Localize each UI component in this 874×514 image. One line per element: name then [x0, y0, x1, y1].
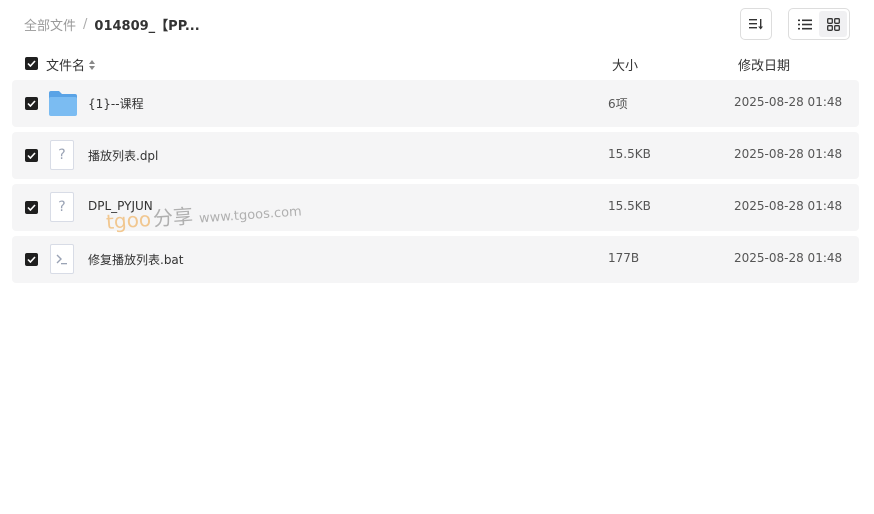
- list-view-button[interactable]: [791, 11, 819, 37]
- file-date: 2025-08-28 01:48: [734, 251, 843, 265]
- table-row[interactable]: ? 播放列表.dpl 15.5KB 2025-08-28 01:48: [12, 132, 859, 179]
- header-name-label: 文件名: [46, 59, 86, 74]
- row-checkbox[interactable]: [25, 201, 38, 214]
- file-date: 2025-08-28 01:48: [734, 199, 843, 213]
- checkmark-icon: [27, 100, 36, 107]
- unknown-file-icon: ?: [48, 140, 76, 170]
- checkmark-icon: [27, 204, 36, 211]
- checkmark-icon: [27, 152, 36, 159]
- table-header: 文件名 大小 修改日期: [12, 52, 859, 76]
- row-checkbox[interactable]: [25, 149, 38, 162]
- view-toggle: [788, 8, 850, 40]
- header-date-column[interactable]: 修改日期: [738, 55, 790, 74]
- file-size: 6项: [608, 97, 628, 111]
- breadcrumb-current: 014809_【PP...: [94, 18, 200, 34]
- row-checkbox[interactable]: [25, 253, 38, 266]
- table-row[interactable]: 修复播放列表.bat 177B 2025-08-28 01:48: [12, 236, 859, 283]
- file-size: 15.5KB: [608, 147, 651, 161]
- checkmark-icon: [27, 256, 36, 263]
- unknown-file-icon: ?: [48, 192, 76, 222]
- table-row[interactable]: {1}--课程 6项 2025-08-28 01:48: [12, 80, 859, 127]
- breadcrumb-root-link[interactable]: 全部文件: [24, 15, 76, 34]
- checkmark-icon: [27, 60, 36, 67]
- grid-view-button[interactable]: [819, 11, 847, 37]
- list-view-icon: [798, 19, 812, 29]
- header-name-column[interactable]: 文件名: [46, 55, 96, 74]
- file-size: 15.5KB: [608, 199, 651, 213]
- sort-list-icon: [749, 19, 763, 30]
- sort-button[interactable]: [740, 8, 772, 40]
- file-name[interactable]: DPL_PYJUN: [88, 199, 153, 213]
- select-all-checkbox[interactable]: [25, 57, 38, 70]
- file-size: 177B: [608, 251, 640, 265]
- script-file-icon: [48, 244, 76, 274]
- folder-icon: [48, 88, 77, 118]
- file-name[interactable]: {1}--课程: [88, 95, 144, 112]
- file-name[interactable]: 播放列表.dpl: [88, 147, 158, 164]
- file-date: 2025-08-28 01:48: [734, 95, 843, 109]
- sort-arrows-icon: [89, 59, 96, 70]
- file-date: 2025-08-28 01:48: [734, 147, 843, 161]
- grid-view-icon: [826, 17, 840, 31]
- header-size-column[interactable]: 大小: [612, 55, 638, 74]
- file-name[interactable]: 修复播放列表.bat: [88, 251, 184, 268]
- row-checkbox[interactable]: [25, 97, 38, 110]
- breadcrumb: 全部文件 / 014809_【PP...: [24, 15, 200, 34]
- breadcrumb-separator: /: [83, 16, 88, 32]
- table-row[interactable]: ? DPL_PYJUN 15.5KB 2025-08-28 01:48: [12, 184, 859, 231]
